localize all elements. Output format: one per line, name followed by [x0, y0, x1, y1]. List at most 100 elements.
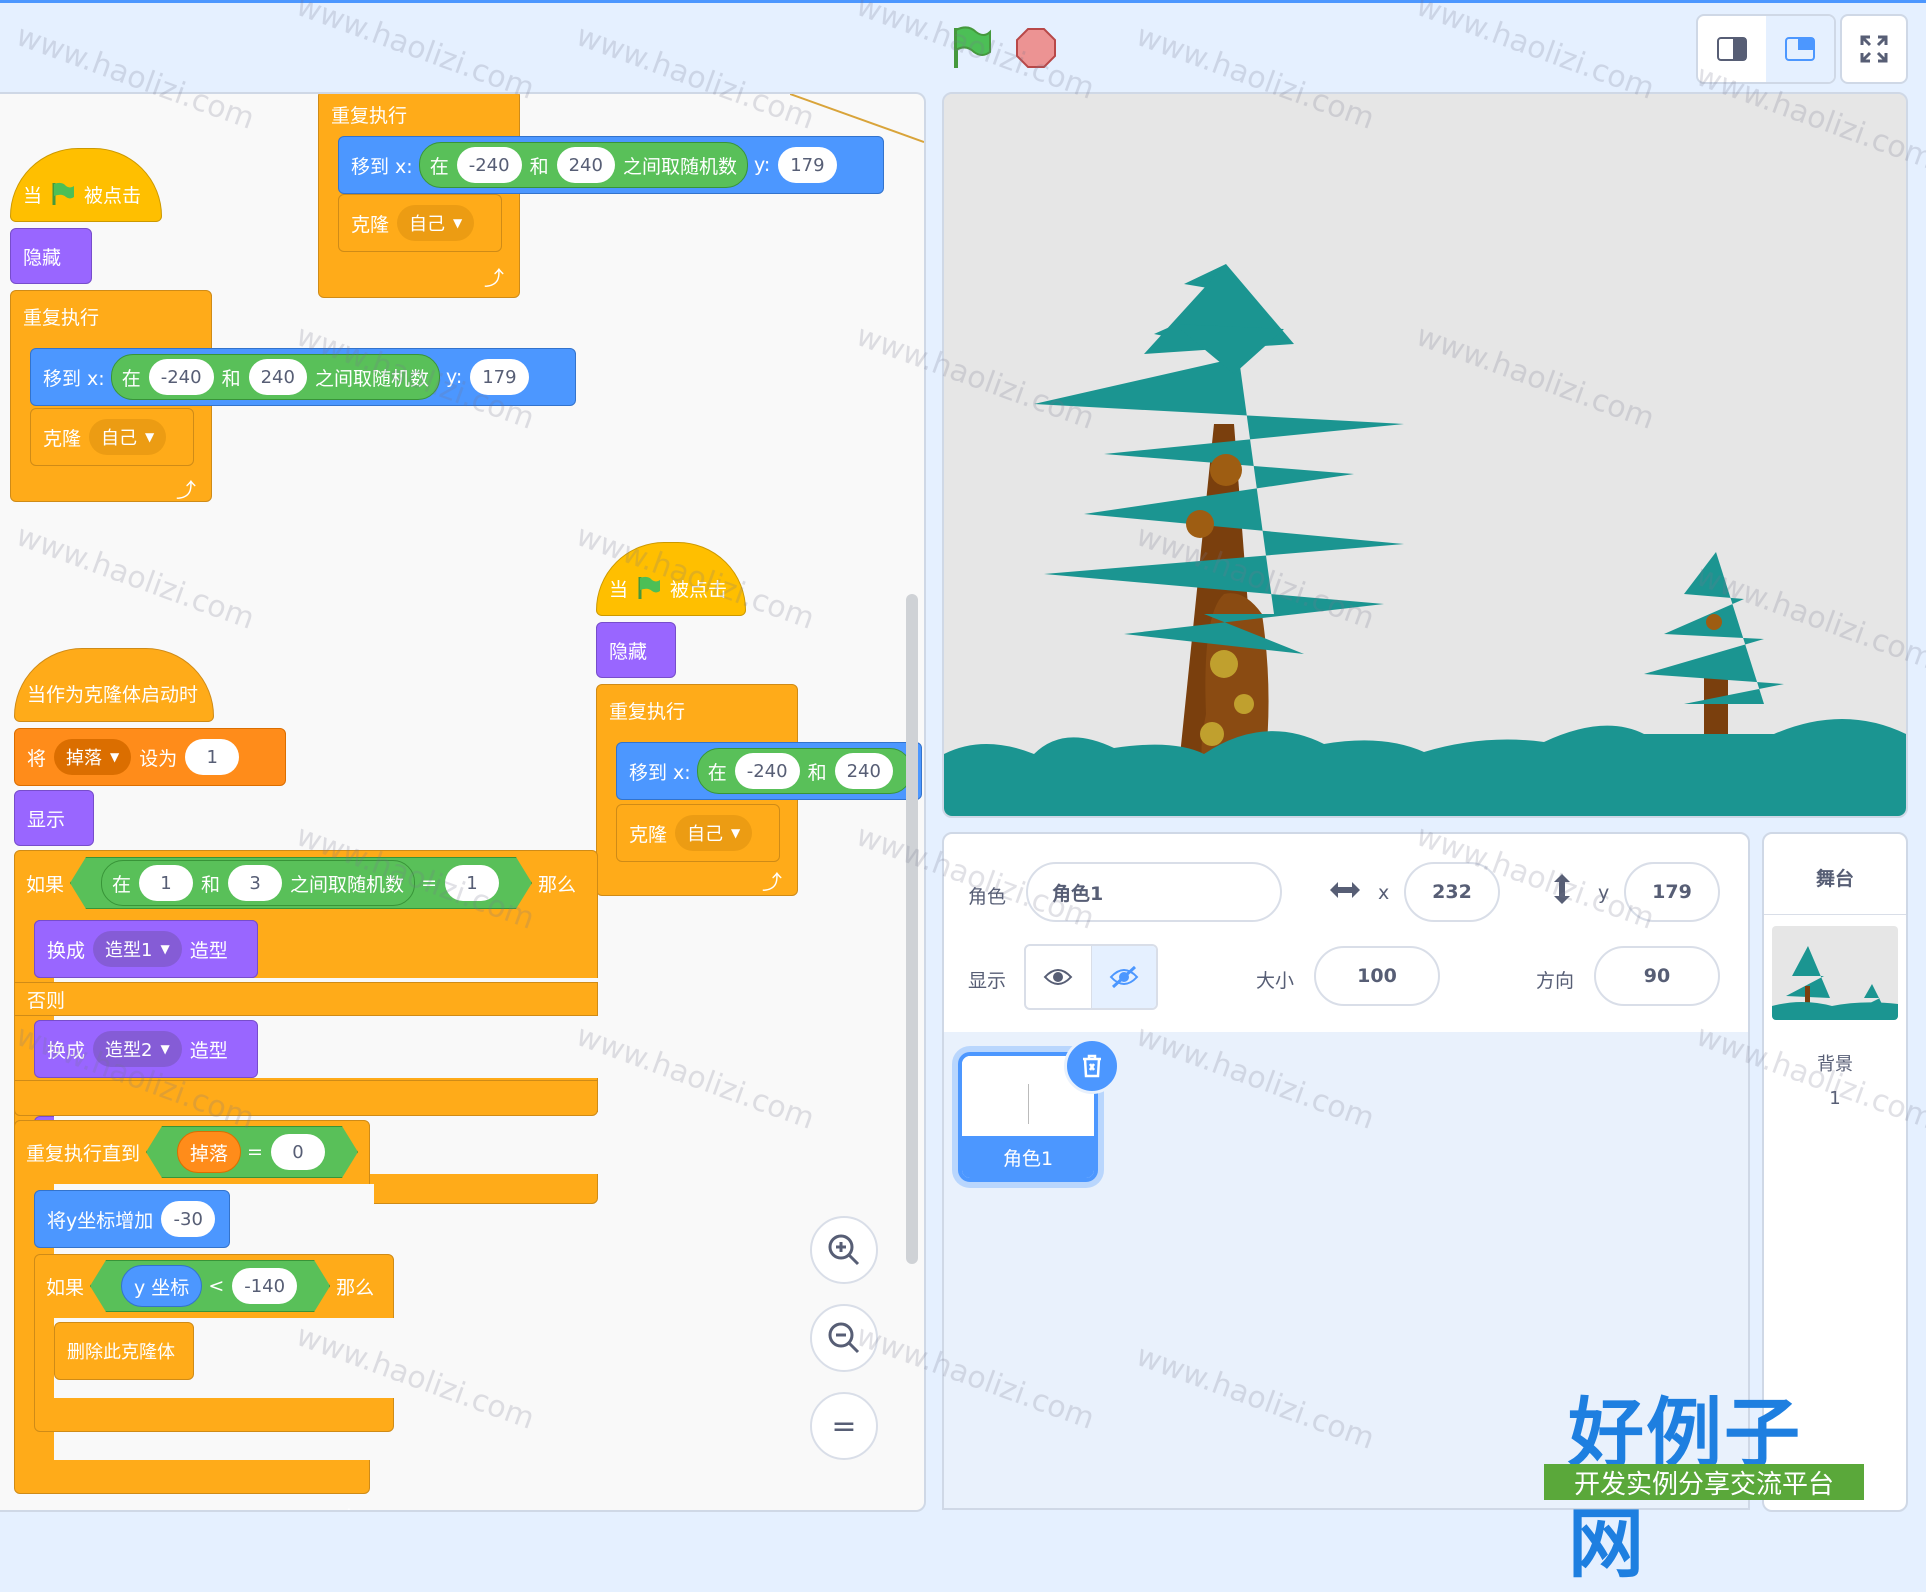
set-value-input[interactable]: 1	[185, 739, 240, 775]
clone-target-dropdown[interactable]: 自己 ▼	[397, 205, 475, 241]
eq-value-input[interactable]: 0	[271, 1134, 325, 1170]
when-clone-start-hat[interactable]: 当作为克隆体启动时	[14, 648, 214, 722]
variable-reporter[interactable]: 掉落	[177, 1131, 241, 1173]
dropdown-arrow-icon: ▼	[110, 750, 120, 764]
costume-dropdown[interactable]: 造型1▼	[93, 931, 182, 967]
rand-max-input[interactable]: 240	[556, 147, 615, 183]
clone-block[interactable]: 克隆 自己 ▼	[338, 194, 502, 252]
show-label: 显示	[968, 970, 1007, 992]
switch-costume-block-1[interactable]: 换成 造型1 ▼ 造型	[34, 920, 258, 978]
dropdown-arrow-icon: ▼	[160, 1042, 170, 1056]
random-reporter[interactable]: 在 -240 和 240 之间取随机数	[110, 354, 440, 400]
sprite-tile-label: 角色1	[962, 1136, 1094, 1178]
change-y-input[interactable]: -30	[161, 1201, 216, 1237]
rand-min-input[interactable]: -240	[148, 359, 214, 395]
loop-arrow-icon: ⤴	[334, 1502, 354, 1510]
hide-block[interactable]: 隐藏	[596, 622, 676, 678]
rand-min-input[interactable]: -240	[734, 753, 800, 789]
set-variable-block[interactable]: 将 掉落 ▼ 设为 1	[14, 728, 286, 786]
green-flag-icon	[52, 182, 75, 205]
x-label: x	[1378, 882, 1390, 904]
visibility-toggle	[1024, 944, 1158, 1010]
zoom-in-icon[interactable]	[810, 1216, 878, 1284]
dropdown-arrow-icon: ▼	[145, 430, 155, 444]
delete-sprite-icon[interactable]	[1064, 1038, 1120, 1094]
backdrop-thumbnail[interactable]	[1772, 926, 1898, 1020]
equals-operator[interactable]: 在 1 和 3 之间取随机数 = 1	[70, 857, 532, 909]
if-else-footer	[14, 1080, 598, 1116]
normal-stage-mode-icon[interactable]	[1766, 16, 1834, 82]
costume-dropdown[interactable]: 造型2▼	[93, 1031, 182, 1067]
eq-value-input[interactable]: 1	[445, 865, 499, 901]
fullscreen-icon[interactable]	[1840, 14, 1908, 84]
green-flag-icon[interactable]	[948, 24, 994, 70]
rand-max-input[interactable]: 240	[248, 359, 307, 395]
y-arrows-icon	[1550, 872, 1574, 910]
stage-panel-title: 舞台	[1815, 868, 1854, 890]
code-workspace[interactable]: 重复执行 移到 x: 在 -240 和 240 之间取随机数 y: 179 克隆 自己 ▼ …	[0, 92, 926, 1512]
goto-xy-block[interactable]: 移到 x: 在 -240 和 240	[616, 742, 922, 800]
eye-icon[interactable]	[1026, 946, 1092, 1008]
dropdown-arrow-icon: ▼	[731, 826, 741, 840]
top-accent-line	[0, 0, 1926, 3]
dropdown-arrow-icon: ▼	[160, 942, 170, 956]
if-header: 如果 在 1 和 3 之间取随机数 = 1 那么	[14, 850, 598, 916]
direction-input[interactable]: 90	[1594, 946, 1720, 1006]
x-input[interactable]: 232	[1404, 862, 1500, 922]
sprite-name-input[interactable]: 角色1	[1026, 862, 1282, 922]
loop-arrow-icon: ⤴	[176, 478, 196, 502]
delete-clone-block[interactable]: 删除此克隆体	[54, 1322, 194, 1380]
change-y-block[interactable]: 将y坐标增加 -30	[34, 1190, 230, 1248]
clone-block[interactable]: 克隆 自己 ▼	[616, 804, 780, 862]
random-reporter[interactable]: 在 -240 和 240 之间取随机数	[418, 142, 748, 188]
zoom-out-icon[interactable]	[810, 1304, 878, 1372]
repeat-until-header: 重复执行直到 掉落 = 0	[14, 1120, 370, 1184]
rand-max-input[interactable]: 3	[228, 865, 282, 901]
rand-max-input[interactable]: 240	[834, 753, 893, 789]
goto-xy-block[interactable]: 移到 x: 在 -240 和 240 之间取随机数 y: 179	[338, 136, 884, 194]
small-stage-mode-icon[interactable]	[1698, 16, 1766, 82]
backdrop-count: 1	[1829, 1088, 1841, 1109]
rand-min-input[interactable]: 1	[139, 865, 193, 901]
eye-hidden-icon[interactable]	[1091, 946, 1156, 1008]
vertical-scrollbar[interactable]	[906, 594, 918, 1264]
brand-logo: 好例子网 开发实例分享交流平台	[1544, 1372, 1874, 1588]
dropdown-arrow-icon: ▼	[453, 216, 463, 230]
equals-operator[interactable]: 掉落 = 0	[146, 1126, 358, 1178]
backdrop-label: 背景	[1817, 1054, 1853, 1075]
when-flag-clicked-hat[interactable]: 当 被点击	[596, 542, 746, 616]
stage-canvas[interactable]	[942, 92, 1908, 818]
if-header: 如果 y 坐标 < -140 那么	[34, 1254, 394, 1318]
y-label: y	[1598, 882, 1610, 904]
goto-xy-block[interactable]: 移到 x: 在 -240 和 240 之间取随机数 y: 179	[30, 348, 576, 406]
sprite-info-panel: 角色 角色1 x 232 y 179 显示 大小 100 方向 90	[942, 832, 1750, 1036]
loop-arrow-icon: ⤴	[762, 870, 782, 894]
less-than-operator[interactable]: y 坐标 < -140	[90, 1260, 330, 1312]
lt-value-input[interactable]: -140	[232, 1268, 297, 1304]
when-flag-clicked-hat[interactable]: 当 被点击	[10, 148, 162, 222]
clone-block[interactable]: 克隆 自己 ▼	[30, 408, 194, 466]
y-input[interactable]: 179	[1624, 862, 1720, 922]
y-input[interactable]: 179	[778, 147, 837, 183]
show-block[interactable]: 显示	[14, 790, 94, 846]
stop-icon[interactable]	[1016, 28, 1056, 68]
clone-target-dropdown[interactable]: 自己 ▼	[675, 815, 753, 851]
green-flag-icon	[638, 576, 661, 599]
random-reporter[interactable]: 在 -240 和 240	[696, 748, 912, 794]
else-bar: 否则	[14, 982, 598, 1016]
hide-block[interactable]: 隐藏	[10, 228, 92, 284]
zoom-reset-button[interactable]: =	[810, 1392, 878, 1460]
rand-min-input[interactable]: -240	[456, 147, 522, 183]
switch-costume-block-2[interactable]: 换成 造型2 ▼ 造型	[34, 1020, 258, 1078]
y-input[interactable]: 179	[470, 359, 529, 395]
direction-label: 方向	[1536, 970, 1575, 992]
clone-target-dropdown[interactable]: 自己 ▼	[89, 419, 167, 455]
size-input[interactable]: 100	[1314, 946, 1440, 1006]
stage-size-toggle	[1696, 14, 1836, 84]
random-reporter[interactable]: 在 1 和 3 之间取随机数	[101, 860, 415, 906]
variable-dropdown[interactable]: 掉落 ▼	[54, 739, 132, 775]
sprite-label: 角色	[968, 886, 1007, 908]
size-label: 大小	[1256, 970, 1295, 992]
y-position-reporter[interactable]: y 坐标	[121, 1265, 202, 1307]
loop-arrow-icon: ⤴	[484, 266, 504, 290]
